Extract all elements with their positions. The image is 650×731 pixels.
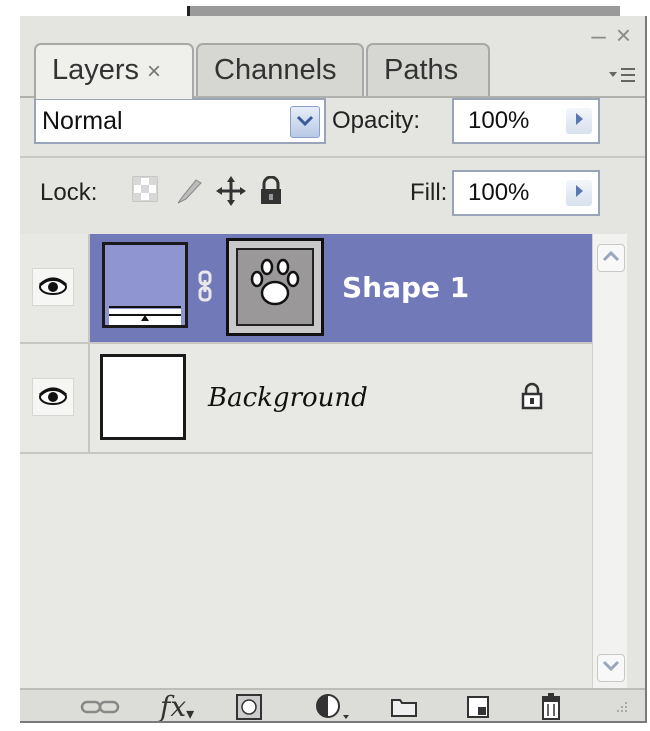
visibility-cell [20,234,90,342]
lock-image-icon[interactable] [174,176,202,206]
layers-bottom-toolbar: fx ▾ [20,688,645,723]
layer-lock-icon [520,382,544,415]
tab-channels-label: Channels [214,54,337,86]
layers-scrollbar[interactable] [592,234,627,688]
fx-label: fx [160,690,187,723]
blend-opacity-row: Normal Opacity: 100% [34,96,645,148]
lock-fill-row: Lock: Fill: 100% [34,170,645,222]
fill-value: 100% [468,179,530,206]
blend-mode-value: Normal [42,107,123,135]
lock-position-icon[interactable] [216,176,246,206]
row-separator [20,156,645,158]
close-button[interactable]: × [616,22,631,48]
link-layers-icon[interactable] [80,690,120,721]
blend-mode-select[interactable]: Normal [34,98,326,144]
shape-fill-thumbnail[interactable] [102,242,188,328]
opacity-field[interactable]: 100% [452,98,600,144]
lock-transparent-icon[interactable] [132,176,158,206]
document-tab-strip [187,6,620,16]
fill-field[interactable]: 100% [452,170,600,216]
tab-channels[interactable]: Channels [196,43,364,96]
eye-icon[interactable] [32,268,74,306]
tab-layers-label: Layers [52,54,140,86]
tab-paths-label: Paths [384,54,459,86]
lock-icons [132,175,284,206]
resize-grip-icon[interactable] [612,690,628,721]
trash-icon[interactable] [540,690,562,721]
add-mask-icon[interactable] [236,690,262,721]
layers-panel: – × Layers× Channels Paths Normal Opaci [20,16,647,723]
tab-close-icon[interactable]: × [147,58,161,85]
new-group-icon[interactable] [390,690,418,721]
tab-layers[interactable]: Layers × [34,43,194,99]
chevron-down-icon[interactable] [290,106,320,138]
fill-label: Fill: [410,179,448,206]
background-thumbnail[interactable] [100,354,186,440]
window-controls: – × [591,22,631,48]
lock-all-icon[interactable] [258,175,284,206]
minimize-button[interactable]: – [591,22,605,48]
tab-paths[interactable]: Paths [366,43,490,96]
opacity-label: Opacity: [332,107,421,134]
layer-row-background[interactable]: Background [20,344,592,454]
fill-arrow-icon[interactable] [566,180,592,206]
layer-name[interactable]: Shape 1 [342,271,469,305]
fx-icon[interactable]: fx ▾ [160,690,195,723]
scroll-up-icon[interactable] [597,244,625,272]
fx-menu-dot: ▾ [186,704,195,723]
layer-row-shape-1[interactable]: Shape 1 [20,234,592,344]
opacity-value: 100% [468,107,530,134]
chain-link-icon[interactable] [197,270,213,307]
layers-list: Shape 1 Background [20,234,592,688]
opacity-arrow-icon[interactable] [566,108,592,134]
scroll-down-icon[interactable] [597,654,625,682]
visibility-cell [20,344,90,452]
paw-print-icon [250,258,300,306]
panel-menu-icon[interactable] [607,64,637,92]
new-layer-icon[interactable] [466,690,490,721]
layer-name[interactable]: Background [208,381,368,415]
adjustment-layer-icon[interactable] [315,690,355,721]
vector-mask-thumbnail[interactable] [226,238,324,336]
lock-label: Lock: [40,179,98,206]
eye-icon[interactable] [32,378,74,416]
